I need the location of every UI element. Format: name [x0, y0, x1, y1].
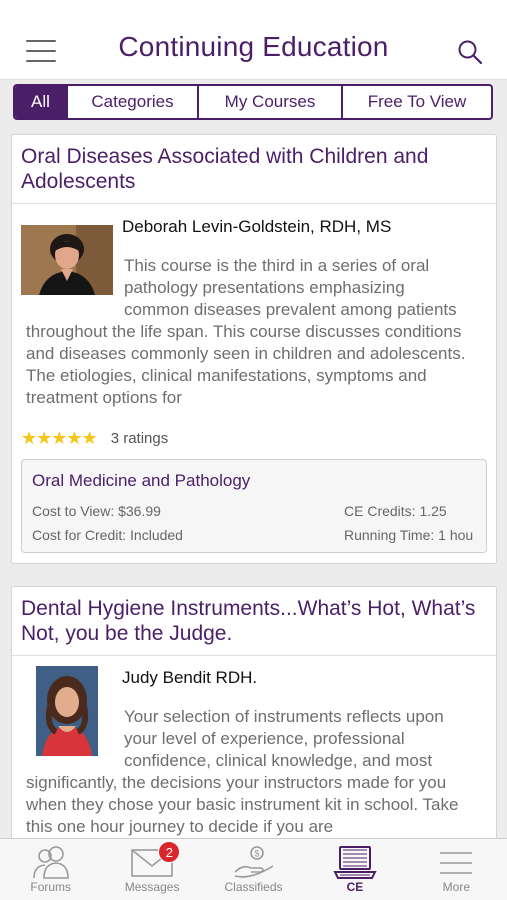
- tab-my-courses[interactable]: My Courses: [199, 86, 343, 118]
- ce-credits: CE Credits: 1.25: [344, 503, 447, 519]
- course-rating: ★★★★★ 3 ratings: [21, 428, 168, 449]
- svg-text:$: $: [254, 849, 259, 859]
- course-description: Your selection of instruments reflects u…: [26, 707, 459, 836]
- nav-forums[interactable]: Forums: [0, 839, 101, 900]
- nav-ce[interactable]: CE: [304, 839, 405, 900]
- menu-lines-icon: [440, 852, 473, 874]
- nav-classifieds[interactable]: $ Classifieds: [203, 839, 304, 900]
- people-icon: [32, 846, 69, 879]
- course-description: This course is the third in a series of …: [26, 256, 466, 407]
- filter-tabs: All Categories My Courses Free To View: [13, 84, 493, 120]
- nav-more[interactable]: More: [406, 839, 507, 900]
- course-title[interactable]: Oral Diseases Associated with Children a…: [12, 135, 496, 204]
- course-subject: Oral Medicine and Pathology: [32, 471, 251, 490]
- nav-label: Messages: [124, 880, 180, 894]
- cost-for-credit: Cost for Credit: Included: [32, 527, 183, 543]
- author-name: Judy Bendit RDH.: [122, 668, 258, 687]
- nav-messages[interactable]: 2 Messages: [101, 839, 202, 900]
- star-rating-icon: ★★★★★: [21, 428, 98, 448]
- search-icon[interactable]: [457, 39, 483, 65]
- nav-label: Forums: [30, 880, 72, 894]
- unread-badge: 2: [158, 841, 181, 863]
- running-time: Running Time: 1 hou: [344, 527, 474, 543]
- course-title[interactable]: Dental Hygiene Instruments...What’s Hot,…: [12, 587, 496, 656]
- nav-label: Classifieds: [224, 880, 283, 894]
- hand-coin-icon: $: [233, 846, 273, 878]
- course-card[interactable]: Oral Diseases Associated with Children a…: [11, 134, 497, 564]
- app-header: Continuing Education: [0, 0, 507, 80]
- bottom-tab-bar: Forums 2 Messages $ Classifieds CE More: [0, 838, 507, 900]
- page-title: Continuing Education: [118, 31, 389, 62]
- nav-label: More: [442, 880, 470, 894]
- tab-categories[interactable]: Categories: [68, 86, 199, 118]
- tab-all[interactable]: All: [15, 86, 68, 118]
- cost-to-view: Cost to View: $36.99: [32, 503, 161, 519]
- laptop-icon: [333, 846, 377, 879]
- author-name: Deborah Levin-Goldstein, RDH, MS: [122, 217, 392, 236]
- nav-label: CE: [346, 880, 364, 894]
- course-info-box: Oral Medicine and Pathology Cost to View…: [21, 459, 487, 553]
- rating-count: 3 ratings: [110, 430, 169, 447]
- tab-free-to-view[interactable]: Free To View: [343, 86, 491, 118]
